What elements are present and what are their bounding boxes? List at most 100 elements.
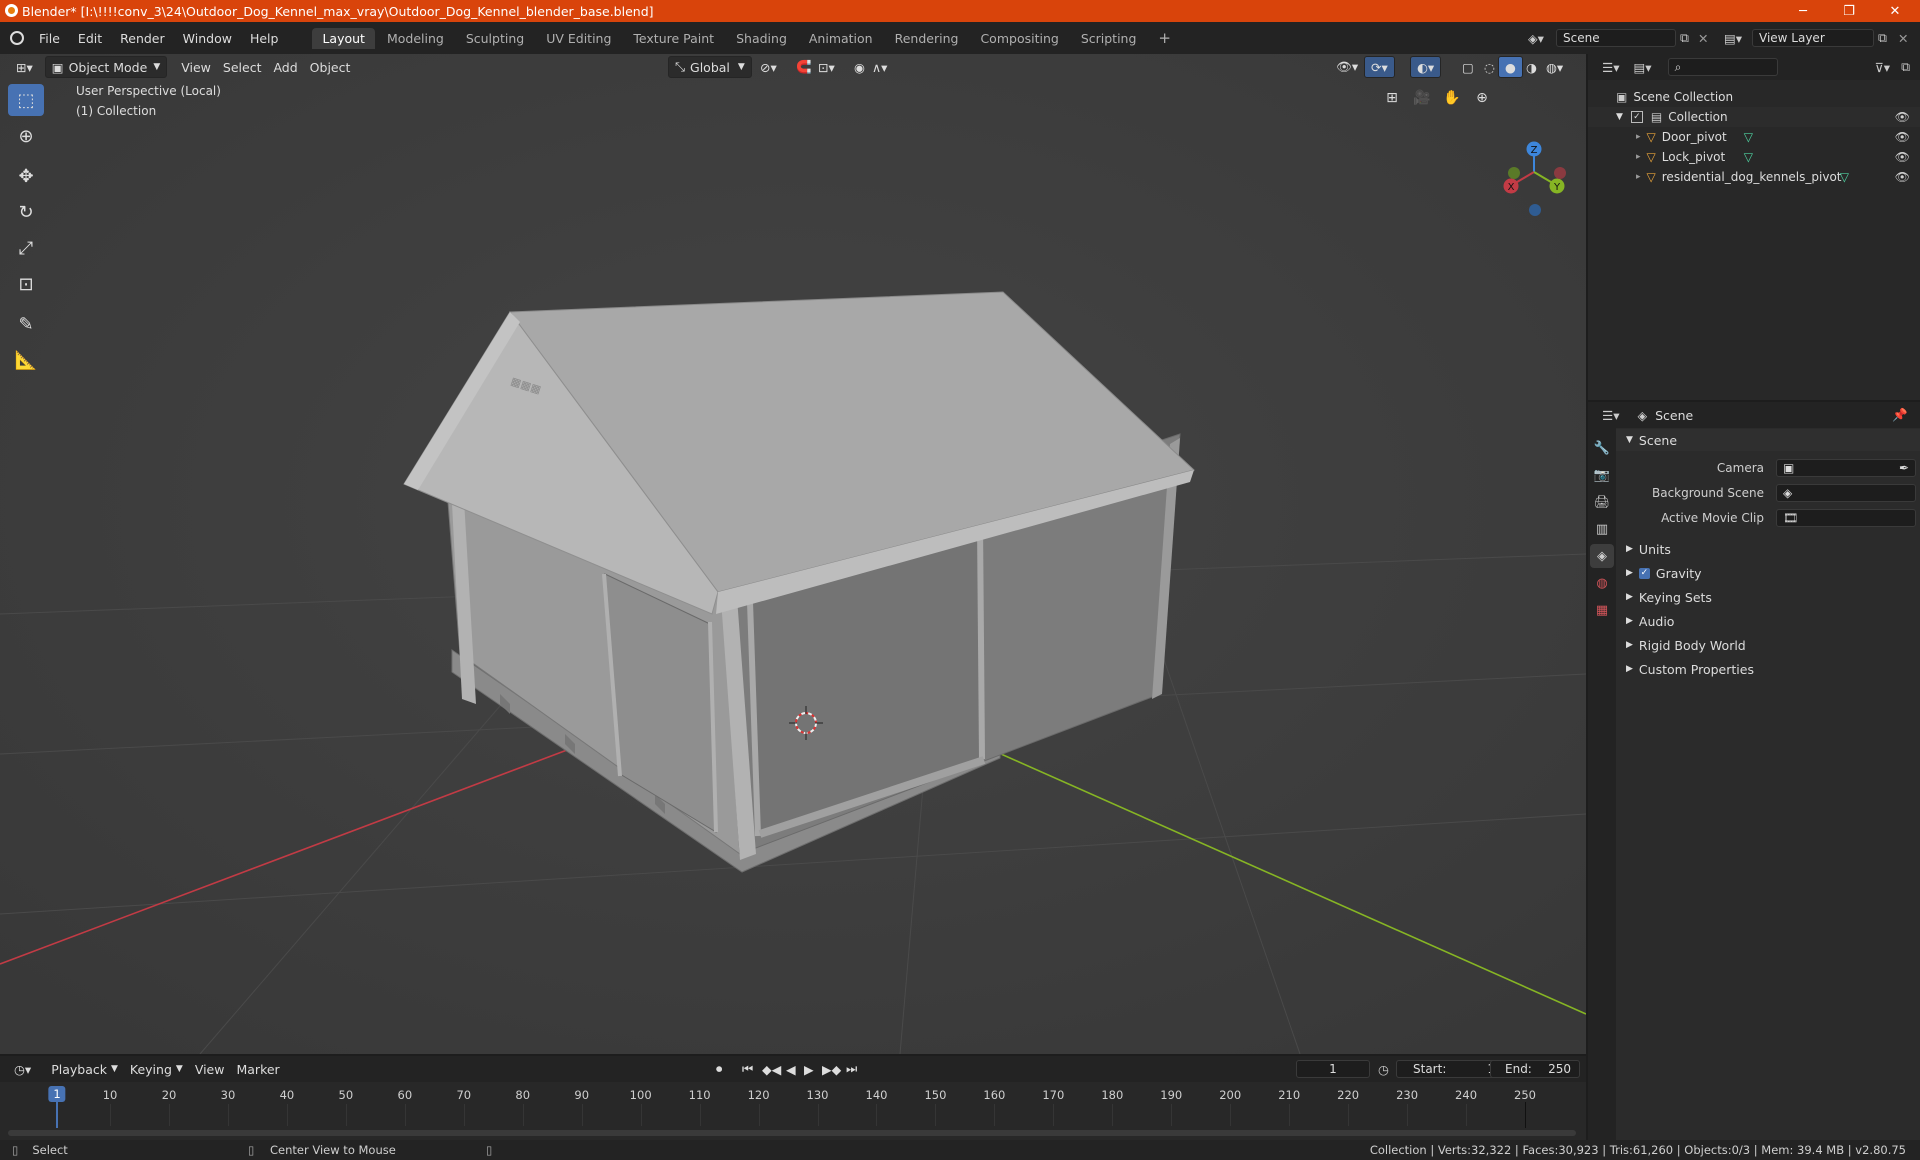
- cursor-tool-icon[interactable]: ⊕: [8, 120, 44, 152]
- audio-panel-header[interactable]: ▶ Audio: [1616, 610, 1916, 632]
- gizmo-neg-z[interactable]: [1529, 204, 1541, 216]
- zoom-icon[interactable]: ⊕: [1470, 86, 1494, 110]
- outliner-item-lock-pivot[interactable]: ▸ ▽ Lock_pivot ▽ 👁: [1588, 147, 1920, 167]
- menu-object[interactable]: Object: [304, 57, 357, 77]
- menu-help[interactable]: Help: [241, 31, 288, 46]
- measure-tool-icon[interactable]: 📐: [8, 344, 44, 376]
- tool-tab-icon[interactable]: 🔧: [1590, 436, 1614, 460]
- close-button[interactable]: ✕: [1872, 0, 1918, 22]
- outliner-item-kennels-pivot[interactable]: ▸ ▽ residential_dog_kennels_pivot ▽ 👁: [1588, 167, 1920, 187]
- eyedropper-icon[interactable]: ✒: [1899, 461, 1909, 475]
- timeline-scrollbar[interactable]: [8, 1130, 1576, 1136]
- world-tab-icon[interactable]: ◍: [1590, 571, 1614, 595]
- rigid-body-panel-header[interactable]: ▶ Rigid Body World: [1616, 634, 1916, 656]
- overlay-toggle-icon[interactable]: ◐▾: [1410, 56, 1442, 78]
- outliner-collection[interactable]: ▼ ✓ ▤ Collection 👁: [1588, 107, 1920, 127]
- output-tab-icon[interactable]: 🖨: [1590, 490, 1614, 514]
- outliner-item-door-pivot[interactable]: ▸ ▽ Door_pivot ▽ 👁: [1588, 127, 1920, 147]
- expand-arrow-icon[interactable]: ▸: [1636, 152, 1641, 162]
- eye-icon[interactable]: 👁: [1895, 130, 1910, 144]
- menu-window[interactable]: Window: [174, 31, 241, 46]
- playhead[interactable]: 1: [48, 1086, 66, 1102]
- tab-compositing[interactable]: Compositing: [970, 28, 1068, 49]
- add-workspace-icon[interactable]: +: [1148, 26, 1181, 50]
- rotate-tool-icon[interactable]: ↻: [8, 196, 44, 228]
- texture-tab-icon[interactable]: ▦: [1590, 598, 1614, 622]
- pin-icon[interactable]: 📌: [1892, 407, 1908, 423]
- menu-view[interactable]: View: [175, 57, 217, 77]
- expand-arrow-icon[interactable]: ▸: [1636, 172, 1641, 182]
- new-view-layer-icon[interactable]: ⧉: [1878, 30, 1887, 46]
- delete-scene-icon[interactable]: ✕: [1698, 31, 1708, 46]
- menu-select[interactable]: Select: [217, 57, 268, 77]
- eye-icon[interactable]: 👁: [1895, 170, 1910, 184]
- transform-tool-icon[interactable]: ⊡: [8, 268, 44, 300]
- units-panel-header[interactable]: ▶ Units: [1616, 538, 1916, 560]
- outliner-scene-collection[interactable]: ▣ Scene Collection: [1588, 87, 1920, 107]
- tab-modeling[interactable]: Modeling: [377, 28, 454, 49]
- xray-icon[interactable]: ▢: [1456, 57, 1480, 77]
- collection-checkbox[interactable]: ✓: [1630, 111, 1643, 123]
- snap-target-icon[interactable]: ⊡▾: [812, 57, 841, 77]
- camera-view-icon[interactable]: 🎥: [1410, 86, 1434, 110]
- background-scene-field[interactable]: ◈: [1776, 484, 1916, 502]
- scene-name-field[interactable]: Scene: [1556, 29, 1676, 47]
- scene-panel-header[interactable]: ▼ Scene: [1616, 429, 1920, 451]
- outliner-search-input[interactable]: ⌕: [1667, 58, 1778, 76]
- properties-editor-icon[interactable]: ☰▾: [1602, 408, 1619, 423]
- delete-view-layer-icon[interactable]: ✕: [1898, 31, 1908, 46]
- tab-sculpting[interactable]: Sculpting: [456, 28, 534, 49]
- scale-tool-icon[interactable]: ⤢: [8, 232, 44, 264]
- tab-uv-editing[interactable]: UV Editing: [536, 28, 621, 49]
- camera-field[interactable]: ▣ ✒: [1776, 459, 1916, 477]
- tab-animation[interactable]: Animation: [799, 28, 883, 49]
- outliner-editor-icon[interactable]: ☰▾: [1602, 60, 1619, 75]
- falloff-icon[interactable]: ∧▾: [866, 57, 893, 77]
- new-collection-icon[interactable]: ⧉: [1901, 59, 1910, 75]
- menu-file[interactable]: File: [30, 31, 69, 46]
- tab-shading[interactable]: Shading: [726, 28, 797, 49]
- filter-icon[interactable]: ⊽▾: [1875, 60, 1890, 75]
- 3d-viewport[interactable]: ▦▦▦ Z X Y ⊞▾ ▣ Object Mode ▼ View Select…: [0, 54, 1586, 1054]
- custom-properties-panel-header[interactable]: ▶ Custom Properties: [1616, 658, 1916, 680]
- view-layer-tab-icon[interactable]: ▥: [1590, 517, 1614, 541]
- movie-clip-field[interactable]: 🎞: [1776, 509, 1916, 527]
- menu-render[interactable]: Render: [111, 31, 174, 46]
- gizmo-neg-x[interactable]: [1554, 167, 1566, 179]
- blender-menu-icon[interactable]: [10, 31, 24, 45]
- new-scene-icon[interactable]: ⧉: [1680, 30, 1689, 46]
- transform-orientation-dropdown[interactable]: ⤡ Global ▼: [668, 56, 752, 78]
- scene-tab-icon[interactable]: ◈: [1590, 544, 1614, 568]
- pivot-icon[interactable]: ⊘▾: [754, 57, 783, 77]
- expand-arrow-icon[interactable]: ▸: [1636, 132, 1641, 142]
- tab-rendering[interactable]: Rendering: [885, 28, 969, 49]
- tab-layout[interactable]: Layout: [312, 27, 375, 49]
- view-layer-browse-icon[interactable]: ▤▾: [1724, 31, 1742, 46]
- gizmo-toggle-icon[interactable]: ⟳▾: [1364, 56, 1395, 78]
- eye-icon[interactable]: 👁: [1895, 110, 1910, 124]
- tab-scripting[interactable]: Scripting: [1071, 28, 1147, 49]
- move-tool-icon[interactable]: ✥: [8, 160, 44, 192]
- visibility-icon[interactable]: 👁▾: [1330, 57, 1364, 77]
- rendered-shading-icon[interactable]: ◍▾: [1540, 57, 1569, 77]
- annotate-tool-icon[interactable]: ✎: [8, 308, 44, 340]
- display-mode-icon[interactable]: ▤▾: [1633, 60, 1651, 75]
- render-tab-icon[interactable]: 📷: [1590, 463, 1614, 487]
- maximize-button[interactable]: ❐: [1826, 0, 1872, 22]
- scene-browse-icon[interactable]: ◈▾: [1528, 31, 1544, 46]
- view-layer-field[interactable]: View Layer: [1752, 29, 1874, 47]
- minimize-button[interactable]: ─: [1780, 0, 1826, 22]
- gizmo-neg-y[interactable]: [1508, 167, 1520, 179]
- menu-add[interactable]: Add: [267, 57, 303, 77]
- select-box-tool-icon[interactable]: ⬚: [8, 84, 44, 116]
- mode-dropdown[interactable]: ▣ Object Mode ▼: [44, 56, 168, 78]
- timeline-ruler[interactable]: 1 10 20 30 40 50 60 70 80 90 100 110 120 130 140 150 160…: [0, 1056, 1586, 1140]
- gravity-checkbox[interactable]: ✓: [1638, 567, 1650, 579]
- expand-arrow-icon[interactable]: ▼: [1616, 112, 1623, 122]
- editor-type-icon[interactable]: ⊞▾: [10, 57, 39, 77]
- viewport-scene[interactable]: ▦▦▦ Z X Y: [0, 54, 1586, 1054]
- pan-hand-icon[interactable]: ✋: [1440, 86, 1464, 110]
- keying-sets-panel-header[interactable]: ▶ Keying Sets: [1616, 586, 1916, 608]
- grid-view-icon[interactable]: ⊞: [1380, 86, 1404, 110]
- menu-edit[interactable]: Edit: [69, 31, 111, 46]
